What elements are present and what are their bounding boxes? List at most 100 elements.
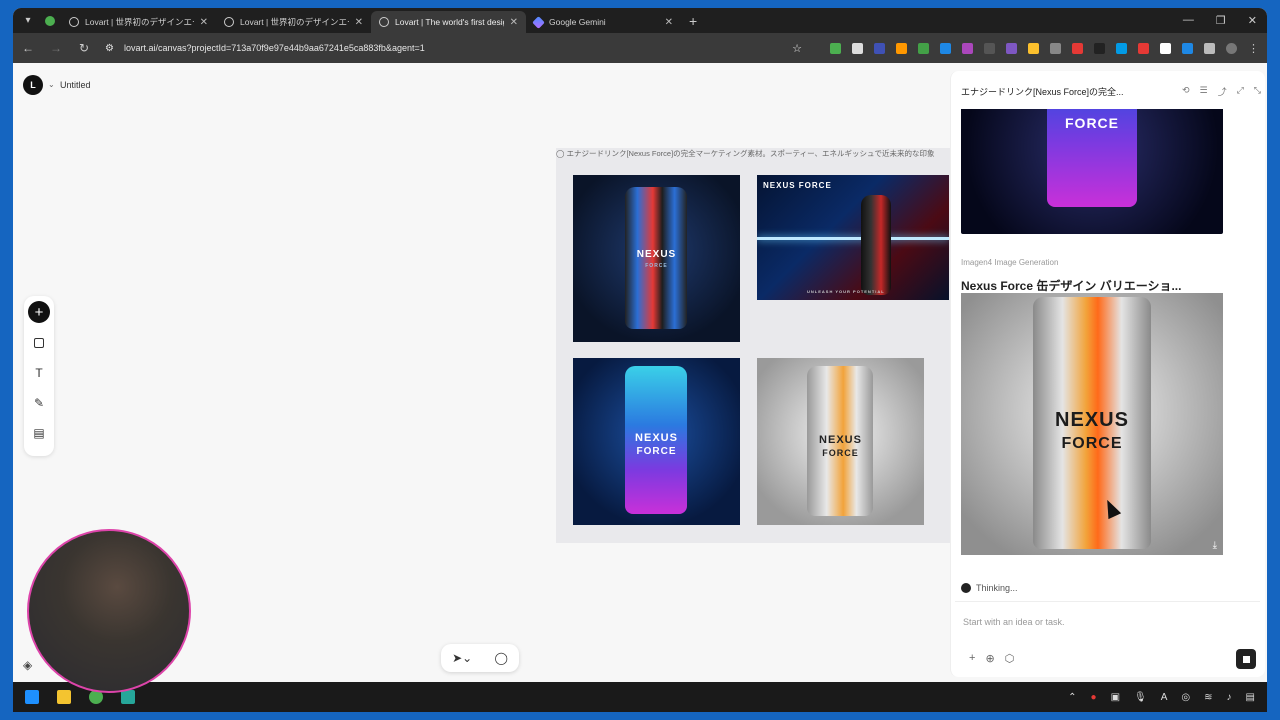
stop-button[interactable] — [1236, 649, 1256, 669]
text-tool-icon[interactable]: T — [29, 363, 49, 383]
extension-icon[interactable] — [830, 42, 841, 54]
browser-window: ▾ Lovart | 世界初のデザインエージェント ✕ Lovart | 世界初… — [13, 8, 1267, 682]
tray-app-icon[interactable]: ● — [1091, 692, 1097, 703]
wifi-icon[interactable]: ≋ — [1204, 692, 1212, 703]
extension-icon[interactable] — [962, 42, 973, 54]
chat-panel: エナジードリンク[Nexus Force]の完全... ⟲ ☰ ⤴ ⤢ ⤡ FO… — [950, 71, 1265, 677]
panel-image-top[interactable]: FORCE — [961, 109, 1223, 234]
windows-taskbar: ⌃ ● ▣ 🎙 A ◎ ≋ ♪ ▤ — [13, 682, 1267, 712]
tab-lovart-ja-1[interactable]: Lovart | 世界初のデザインエージェント ✕ — [61, 11, 216, 33]
address-bar-row: ← → ↻ ⚙ lovart.ai/canvas?projectId=713a7… — [13, 33, 1267, 63]
chat-input-box: Start with an idea or task. + ⊕ ⬡ — [955, 601, 1260, 675]
tray-app-icon[interactable]: ◎ — [1181, 692, 1190, 703]
extension-icon[interactable] — [1006, 42, 1017, 54]
extension-icon[interactable] — [1072, 42, 1083, 54]
chevron-down-icon[interactable]: ⌄ — [48, 80, 55, 89]
site-info-icon[interactable]: ⚙ — [105, 43, 114, 54]
windows-start-icon[interactable] — [25, 690, 39, 704]
tab-lovart-ja-2[interactable]: Lovart | 世界初のデザインエージェント ✕ — [216, 11, 371, 33]
agent-avatar-icon — [961, 583, 971, 593]
extensions-area: ⋮ — [830, 42, 1259, 55]
add-plus-icon[interactable]: + — [28, 301, 50, 323]
download-icon[interactable]: ⤓ — [1213, 540, 1217, 551]
expand-icon[interactable]: ⤢ — [1237, 85, 1244, 98]
comment-bubble-icon[interactable]: ◯ — [494, 651, 507, 665]
globe-icon[interactable]: ⊕ — [985, 652, 994, 665]
collapse-icon[interactable]: ⤡ — [1254, 85, 1261, 98]
url-bar[interactable]: ⚙ lovart.ai/canvas?projectId=713a70f9e97… — [105, 37, 816, 59]
history-icon[interactable]: ⟲ — [1182, 85, 1190, 98]
microphone-icon[interactable]: 🎙 — [1134, 692, 1147, 703]
can-sub-text: FORCE — [645, 263, 668, 269]
close-tab-icon[interactable]: ✕ — [510, 17, 518, 28]
extension-icon[interactable] — [1182, 42, 1193, 54]
extension-icon[interactable] — [874, 42, 885, 54]
extension-icon[interactable] — [918, 42, 929, 54]
back-arrow-icon[interactable]: ← — [21, 41, 35, 55]
app-icon[interactable] — [121, 690, 135, 704]
extension-icon[interactable] — [896, 42, 907, 54]
settings-sliders-icon[interactable]: ☰ — [1200, 85, 1208, 98]
lovart-favicon-icon — [224, 17, 234, 27]
banner-title-text: NEXUS FORCE — [763, 181, 832, 190]
tab-gemini[interactable]: Google Gemini ✕ — [526, 11, 681, 33]
profile-icon[interactable] — [39, 11, 61, 31]
panel-image-main[interactable]: NEXUS FORCE ⤓ — [961, 293, 1223, 555]
lovart-logo-icon[interactable]: L — [23, 75, 43, 95]
volume-icon[interactable]: ♪ — [1227, 692, 1232, 703]
gemini-favicon-icon — [532, 15, 545, 29]
document-title[interactable]: Untitled — [60, 80, 91, 90]
share-icon[interactable]: ⤴ — [1218, 85, 1227, 98]
template-tool-icon[interactable]: ▤ — [29, 423, 49, 443]
chat-input[interactable]: Start with an idea or task. — [963, 617, 1065, 627]
canvas-image-can-1[interactable]: NEXUS FORCE — [573, 175, 740, 342]
maximize-icon[interactable]: ❐ — [1216, 14, 1226, 27]
tab-title: Lovart | 世界初のデザインエージェント — [85, 17, 194, 27]
lightning-streak — [757, 237, 949, 240]
add-attachment-plus-icon[interactable]: + — [969, 652, 975, 665]
file-explorer-icon[interactable] — [57, 690, 71, 704]
ime-icon[interactable]: A — [1161, 692, 1168, 703]
tab-search-icon[interactable]: ▾ — [17, 11, 39, 31]
close-window-icon[interactable]: ✕ — [1248, 14, 1257, 27]
can-sub-text: FORCE — [1065, 115, 1119, 131]
new-tab-plus-icon[interactable]: + — [689, 13, 697, 29]
notification-icon[interactable]: ▤ — [1246, 692, 1255, 703]
bookmark-star-icon[interactable]: ☆ — [792, 42, 802, 55]
close-tab-icon[interactable]: ✕ — [665, 17, 673, 28]
tab-lovart-en[interactable]: Lovart | The world's first design agent … — [371, 11, 526, 33]
menu-kebab-icon[interactable]: ⋮ — [1248, 42, 1259, 55]
canvas-image-banner[interactable]: NEXUS FORCE UNLEASH YOUR POTENTIAL — [757, 175, 949, 300]
lovart-canvas-app: L ⌄ Untitled + T ✎ ▤ ◯ エナジードリンク[Nexus Fo… — [13, 63, 1267, 682]
extension-icon[interactable] — [984, 42, 995, 54]
tray-app-icon[interactable]: ▣ — [1111, 692, 1120, 703]
extension-icon[interactable] — [1138, 42, 1149, 54]
extension-icon[interactable] — [1160, 42, 1171, 54]
close-tab-icon[interactable]: ✕ — [355, 17, 363, 28]
avatar[interactable] — [1226, 42, 1237, 54]
forward-arrow-icon[interactable]: → — [49, 41, 63, 55]
extension-icon[interactable] — [1050, 42, 1061, 54]
extension-icon[interactable] — [1028, 42, 1039, 54]
canvas-image-can-4[interactable]: NEXUS FORCE — [757, 358, 924, 525]
extension-icon[interactable] — [940, 42, 951, 54]
chevron-up-icon[interactable]: ⌃ — [1068, 692, 1076, 703]
frame-tool-square-icon[interactable] — [29, 333, 49, 353]
bottom-toolbar: ➤⌄ ◯ — [441, 644, 519, 672]
thinking-text: Thinking... — [976, 583, 1018, 593]
extension-icon[interactable] — [852, 42, 863, 54]
pencil-tool-icon[interactable]: ✎ — [29, 393, 49, 413]
layers-icon[interactable]: ◈ — [23, 658, 32, 672]
extensions-puzzle-icon[interactable] — [1204, 42, 1215, 54]
cube-icon[interactable]: ⬡ — [1005, 652, 1015, 665]
minimize-icon[interactable]: — — [1183, 14, 1194, 27]
extension-icon[interactable] — [1116, 42, 1127, 54]
can-brand-text: NEXUS — [636, 249, 677, 260]
extension-icon[interactable] — [1094, 42, 1105, 54]
can-brand-text: NEXUS — [635, 432, 678, 444]
canvas-image-can-3[interactable]: NEXUS FORCE — [573, 358, 740, 525]
lovart-favicon-icon — [69, 17, 79, 27]
close-tab-icon[interactable]: ✕ — [200, 17, 208, 28]
reload-icon[interactable]: ↻ — [77, 41, 91, 55]
select-cursor-icon[interactable]: ➤⌄ — [452, 651, 472, 665]
